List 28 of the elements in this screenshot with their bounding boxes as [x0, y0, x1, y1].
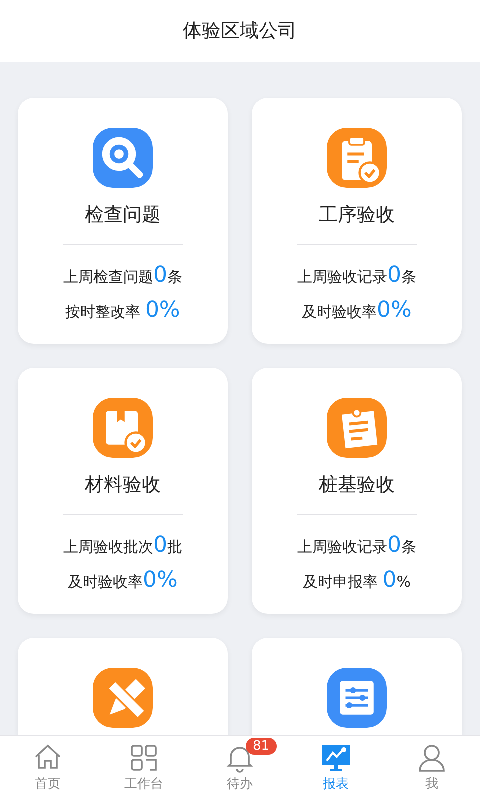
- stat-line: 及时申报率 0%: [302, 567, 412, 595]
- stat-line: 上周检查问题0条: [64, 262, 182, 290]
- tab-item[interactable]: 待办 81: [192, 736, 288, 800]
- card-title: 工序验收: [319, 203, 395, 228]
- report-card[interactable]: 工序验收 上周验收记录0条 及时验收率0%: [252, 98, 462, 344]
- card-title: 材料验收: [85, 473, 161, 498]
- grid-icon: [129, 743, 159, 773]
- stat-line: 及时验收率0%: [302, 297, 412, 325]
- report-card[interactable]: 检查问题 上周检查问题0条 按时整改率 0%: [18, 98, 228, 344]
- report-card[interactable]: 桩基验收 上周验收记录0条 及时申报率 0%: [252, 368, 462, 614]
- chart-icon: [321, 743, 351, 773]
- report-card[interactable]: 材料验收 上周验收批次0批 及时验收率0%: [18, 368, 228, 614]
- stat-line: 上周验收记录0条: [298, 262, 416, 290]
- stat-line: 上周验收批次0批: [64, 532, 182, 560]
- report-card[interactable]: [252, 638, 462, 736]
- tab-item[interactable]: 工作台: [96, 736, 192, 800]
- report-card[interactable]: [18, 638, 228, 736]
- card-title: 检查问题: [85, 203, 161, 228]
- tab-item[interactable]: 我: [384, 736, 480, 800]
- stat-line: 上周验收记录0条: [298, 532, 416, 560]
- tab-item[interactable]: 报表: [288, 736, 384, 800]
- card-title: 桩基验收: [319, 473, 395, 498]
- stat-line: 按时整改率 0%: [66, 297, 180, 325]
- badge: 81: [246, 738, 277, 755]
- page-title: 体验区域公司: [183, 19, 297, 44]
- stat-line: 及时验收率0%: [68, 567, 178, 595]
- person-icon: [417, 743, 447, 773]
- tab-item[interactable]: 首页: [0, 736, 96, 800]
